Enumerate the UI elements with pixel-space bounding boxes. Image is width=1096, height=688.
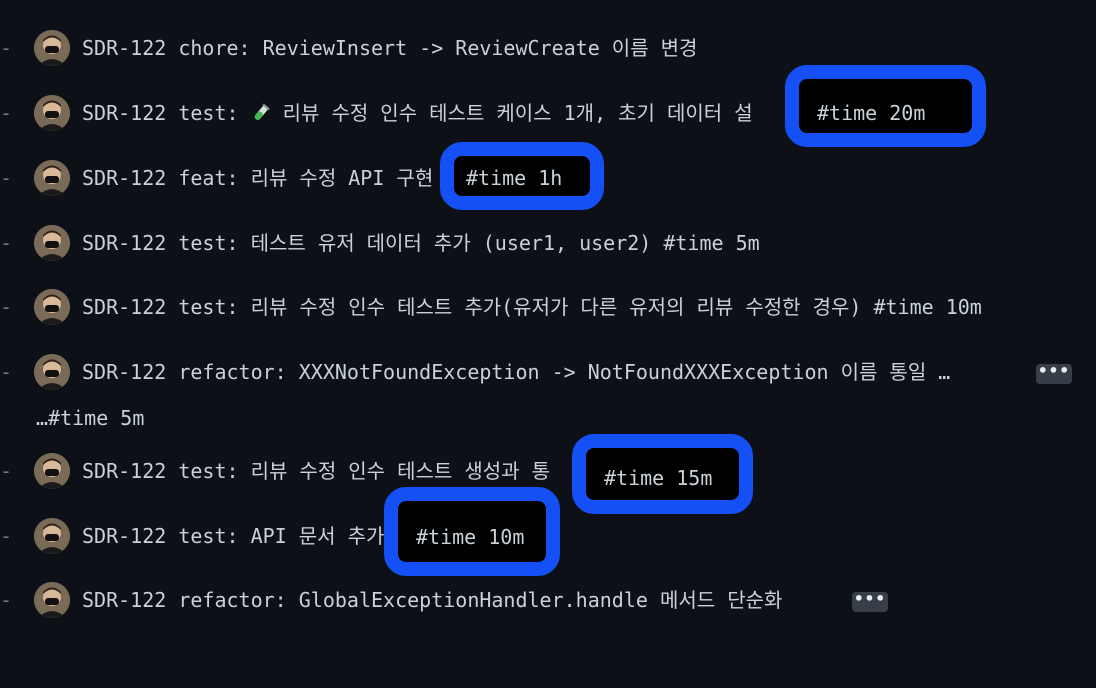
commit-row[interactable]: - SDR-122 refactor: XXXNotFoundException… bbox=[0, 352, 1096, 392]
time-annotation-highlight: #time 15m bbox=[572, 434, 753, 514]
avatar[interactable] bbox=[34, 289, 70, 325]
avatar[interactable] bbox=[34, 95, 70, 131]
tree-dash: - bbox=[0, 231, 13, 255]
avatar[interactable] bbox=[34, 354, 70, 390]
commit-message[interactable]: SDR-122 test: API 문서 추가 bbox=[82, 524, 384, 548]
commit-message[interactable]: SDR-122 refactor: GlobalExceptionHandler… bbox=[82, 588, 782, 612]
tree-dash: - bbox=[0, 360, 13, 384]
commit-message[interactable]: SDR-122 test: 리뷰 수정 인수 테스트 추가(유저가 다른 유저의… bbox=[82, 295, 982, 319]
commit-message[interactable]: SDR-122 test: 리뷰 수정 인수 테스트 생성과 통 bbox=[82, 459, 550, 483]
commit-message[interactable]: SDR-122 chore: ReviewInsert -> ReviewCre… bbox=[82, 36, 697, 60]
commit-message[interactable]: SDR-122 feat: 리뷰 수정 API 구현 bbox=[82, 166, 433, 190]
avatar[interactable] bbox=[34, 160, 70, 196]
tree-dash: - bbox=[0, 459, 13, 483]
tree-dash: - bbox=[0, 36, 13, 60]
time-annotation-label: #time 10m bbox=[416, 525, 525, 549]
commit-message-prefix: SDR-122 test: bbox=[82, 101, 251, 125]
commit-message[interactable]: SDR-122 test: 테스트 유저 데이터 추가 (user1, user… bbox=[82, 231, 760, 255]
time-annotation-label: #time 15m bbox=[604, 466, 713, 490]
tree-dash: - bbox=[0, 524, 13, 548]
time-annotation-highlight: #time 1h bbox=[440, 142, 604, 210]
expand-message-button[interactable]: ••• bbox=[852, 591, 888, 612]
tree-dash: - bbox=[0, 166, 13, 190]
time-annotation-highlight: #time 20m bbox=[785, 65, 986, 147]
time-annotation-label: #time 20m bbox=[817, 101, 926, 125]
avatar[interactable] bbox=[34, 453, 70, 489]
commit-message[interactable]: SDR-122 refactor: XXXNotFoundException -… bbox=[82, 360, 950, 384]
commit-message-continuation: …#time 5m bbox=[36, 406, 145, 430]
time-annotation-highlight: #time 10m bbox=[384, 487, 560, 576]
avatar[interactable] bbox=[34, 582, 70, 618]
commit-row[interactable]: - SDR-122 test: 리뷰 수정 인수 테스트 생성과 통 bbox=[0, 451, 1096, 491]
time-annotation-label: #time 1h bbox=[466, 166, 563, 190]
commit-row[interactable]: - SDR-122 refactor: GlobalExceptionHandl… bbox=[0, 580, 1096, 620]
tree-dash: - bbox=[0, 295, 13, 319]
avatar[interactable] bbox=[34, 518, 70, 554]
expand-message-button[interactable]: ••• bbox=[1036, 363, 1072, 384]
avatar[interactable] bbox=[34, 30, 70, 66]
commit-message-suffix: 리뷰 수정 인수 테스트 케이스 1개, 초기 데이터 설 bbox=[270, 101, 753, 125]
commit-row[interactable]: - SDR-122 test: 리뷰 수정 인수 테스트 추가(유저가 다른 유… bbox=[0, 287, 1096, 327]
test-tube-icon bbox=[251, 101, 271, 125]
commit-message[interactable]: SDR-122 test: 리뷰 수정 인수 테스트 케이스 1개, 초기 데이… bbox=[82, 101, 753, 125]
commit-row[interactable]: - SDR-122 test: 테스트 유저 데이터 추가 (user1, us… bbox=[0, 223, 1096, 263]
tree-dash: - bbox=[0, 101, 13, 125]
tree-dash: - bbox=[0, 588, 13, 612]
avatar[interactable] bbox=[34, 225, 70, 261]
commit-list: - SDR-122 chore: ReviewInsert -> ReviewC… bbox=[0, 0, 1096, 688]
commit-row[interactable]: - SDR-122 chore: ReviewInsert -> ReviewC… bbox=[0, 28, 1096, 68]
